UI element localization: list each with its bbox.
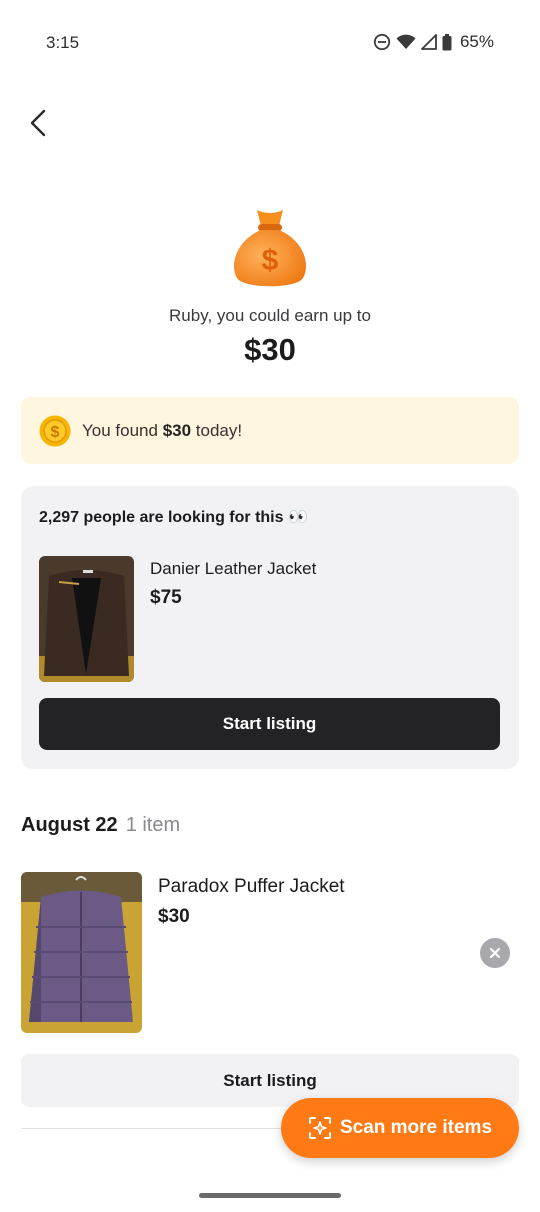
wifi-icon (396, 34, 416, 49)
earn-amount: $30 (244, 332, 296, 367)
battery-icon (442, 33, 452, 50)
date-label: August 22 (21, 814, 118, 836)
status-icons: 65% (373, 32, 494, 52)
demand-item-name: Danier Leather Jacket (150, 559, 317, 578)
earn-text: Ruby, you could earn up to (169, 306, 371, 325)
item-name: Paradox Puffer Jacket (158, 876, 345, 897)
coin-icon: $ (39, 415, 71, 446)
status-time: 3:15 (46, 33, 80, 52)
do-not-disturb-icon (373, 33, 391, 51)
remove-item-button[interactable] (480, 938, 510, 968)
item-image[interactable] (21, 872, 142, 1033)
found-text: You found $30 today! (82, 420, 243, 440)
cell-signal-icon (421, 34, 437, 50)
svg-text:$: $ (262, 244, 279, 277)
battery-percent: 65% (459, 32, 494, 51)
close-icon (489, 947, 501, 959)
status-bar: 3:15 65% (0, 0, 540, 86)
money-bag-icon: $ (234, 210, 306, 287)
found-banner: $ You found $30 today! (21, 397, 519, 464)
found-amount: $30 (162, 420, 192, 440)
start-listing-button[interactable]: Start listing (39, 698, 500, 750)
date-group-header: August 22 1 item (21, 814, 180, 837)
scan-sparkle-icon (308, 1117, 331, 1139)
item-price: $30 (158, 906, 190, 927)
demand-item-price: $75 (150, 587, 182, 608)
demand-item-image[interactable] (39, 556, 134, 682)
demand-title: 2,297 people are looking for this 👀 (39, 509, 308, 526)
demand-card: 2,297 people are looking for this 👀 Dani… (21, 486, 519, 769)
svg-text:$: $ (51, 424, 60, 441)
item-count: 1 item (125, 814, 181, 836)
scan-more-items-button[interactable]: Scan more items (281, 1098, 519, 1158)
home-indicator[interactable] (199, 1193, 341, 1198)
scan-button-label: Scan more items (339, 1117, 493, 1138)
back-button[interactable] (18, 103, 58, 143)
back-arrow-icon (30, 109, 46, 137)
